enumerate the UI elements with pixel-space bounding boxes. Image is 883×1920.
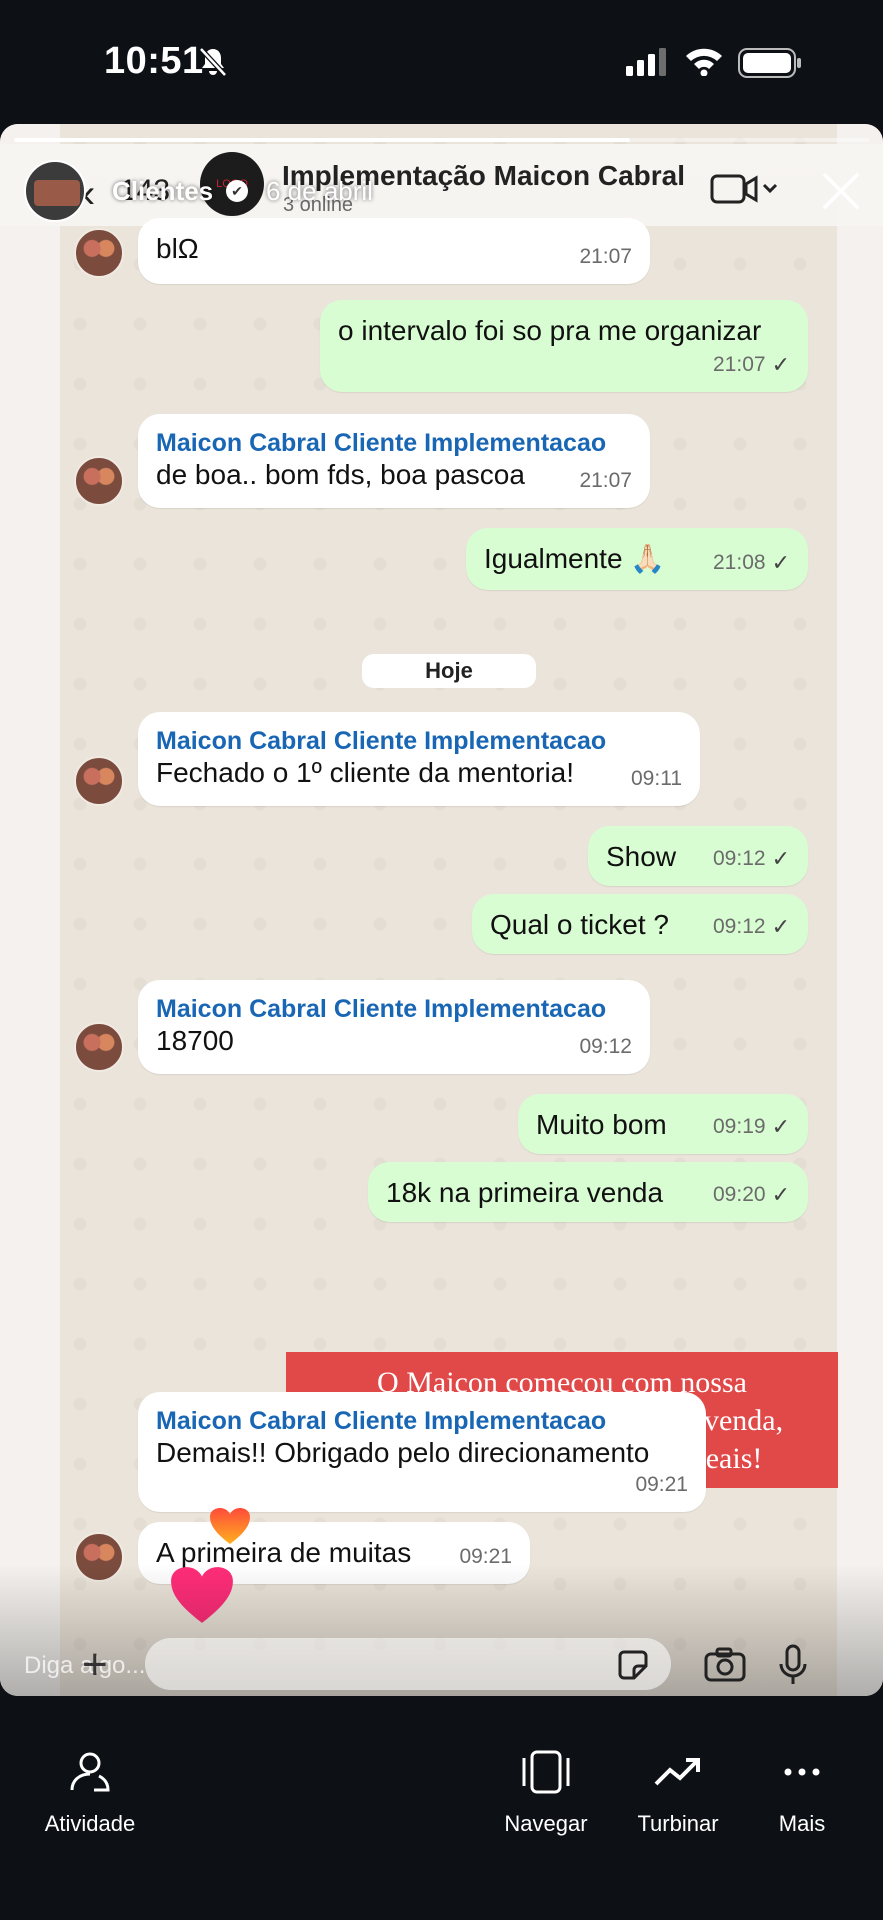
story-margin-left	[0, 124, 60, 1696]
sender-avatar	[74, 228, 124, 278]
message-text: 18700	[156, 1025, 234, 1056]
story-username[interactable]: Clientes	[112, 176, 213, 207]
battery-icon	[738, 48, 801, 78]
message-text: o intervalo foi so pra me organizar	[338, 315, 762, 346]
message-text: Fechado o 1º cliente da mentoria!	[156, 757, 575, 788]
message-bubble-in: Maicon Cabral Cliente Implementacao Dema…	[138, 1392, 706, 1512]
activity-icon	[70, 1752, 110, 1792]
story-bottom-bar: Atividade Navegar Turbinar Mais	[0, 1696, 883, 1920]
story-frame[interactable]: ‹ 143 LOGO Implementação Maicon Cabral 3…	[0, 124, 883, 1696]
message-bubble-in: blΩ 21:07	[138, 218, 650, 284]
tab-more[interactable]: Mais	[762, 1748, 842, 1837]
microphone-icon	[779, 1644, 807, 1684]
sender-name: Maicon Cabral Cliente Implementacao	[156, 429, 607, 457]
message-bubble-out: 18k na primeira venda 09:20 ✓	[368, 1162, 808, 1222]
message-time: 21:07	[579, 469, 632, 492]
reply-input[interactable]	[145, 1638, 671, 1690]
story-margin-right	[837, 124, 883, 1696]
browse-icon	[522, 1750, 570, 1794]
message-time: 09:20	[713, 1183, 766, 1206]
wifi-icon	[686, 48, 722, 76]
trending-icon	[654, 1758, 700, 1786]
message-time: 09:12	[713, 915, 766, 938]
message-time: 09:11	[631, 767, 682, 790]
message-bubble-out: Muito bom 09:19 ✓	[518, 1094, 808, 1154]
plus-icon: +	[82, 1640, 108, 1689]
tab-label: Navegar	[504, 1811, 588, 1836]
camera-icon	[704, 1647, 746, 1682]
message-text: Demais!! Obrigado pelo direcionamento	[156, 1437, 650, 1468]
message-time: 09:12	[713, 847, 766, 870]
story-progress-bar	[14, 138, 869, 142]
sender-name: Maicon Cabral Cliente Implementacao	[156, 727, 607, 755]
sender-name: Maicon Cabral Cliente Implementacao	[156, 995, 607, 1023]
message-bubble-in: Maicon Cabral Cliente Implementacao 1870…	[138, 980, 650, 1074]
sent-check-icon: ✓	[771, 550, 790, 575]
message-time: 21:07	[579, 245, 632, 268]
date-separator: Hoje	[362, 654, 536, 688]
message-bubble-in: Maicon Cabral Cliente Implementacao Fech…	[138, 712, 700, 806]
cellular-signal-icon	[626, 48, 666, 76]
message-bubble-out: o intervalo foi so pra me organizar 21:0…	[320, 300, 808, 392]
sent-check-icon: ✓	[771, 1182, 790, 1207]
story-owner-avatar[interactable]	[24, 160, 86, 222]
message-bubble-out: Qual o ticket ? 09:12 ✓	[472, 894, 808, 954]
close-icon[interactable]	[818, 168, 864, 214]
message-time: 09:21	[635, 1473, 688, 1496]
sent-check-icon: ✓	[771, 352, 790, 377]
tab-label: Atividade	[44, 1811, 136, 1836]
message-bubble-out: Igualmente 🙏🏻 21:08 ✓	[466, 528, 808, 590]
story-progress-fill	[14, 138, 630, 142]
sender-avatar	[74, 1022, 124, 1072]
message-text: de boa.. bom fds, boa pascoa	[156, 459, 525, 490]
message-time: 21:07	[713, 353, 766, 376]
tab-label: Turbinar	[637, 1811, 719, 1836]
sender-name: Maicon Cabral Cliente Implementacao	[156, 1407, 607, 1435]
bell-off-icon	[199, 47, 227, 77]
reply-composer: Diga algo... +	[0, 1634, 883, 1696]
verified-badge-icon: ✔	[226, 180, 248, 202]
status-bar: 10:51	[0, 0, 883, 124]
message-text: blΩ	[156, 233, 199, 264]
video-call-icon	[710, 174, 778, 204]
message-bubble-in: Maicon Cabral Cliente Implementacao de b…	[138, 414, 650, 508]
message-time: 21:08	[713, 551, 766, 574]
tab-activity[interactable]: Atividade	[34, 1748, 146, 1837]
clock: 10:51	[104, 40, 204, 82]
heart-reaction-small-icon	[210, 1508, 250, 1544]
tab-label: Mais	[778, 1811, 826, 1836]
sent-check-icon: ✓	[771, 914, 790, 939]
sender-avatar	[74, 456, 124, 506]
tab-browse[interactable]: Navegar	[496, 1748, 596, 1837]
story-date: 6 de abril	[266, 176, 373, 206]
tab-boost[interactable]: Turbinar	[626, 1748, 730, 1837]
message-time: 09:19	[713, 1115, 766, 1138]
sticker-icon	[618, 1650, 648, 1680]
sent-check-icon: ✓	[771, 1114, 790, 1139]
sender-avatar	[74, 756, 124, 806]
sent-check-icon: ✓	[771, 846, 790, 871]
message-time: 09:12	[579, 1035, 632, 1058]
more-icon	[784, 1768, 820, 1776]
message-bubble-out: Show 09:12 ✓	[588, 826, 808, 886]
